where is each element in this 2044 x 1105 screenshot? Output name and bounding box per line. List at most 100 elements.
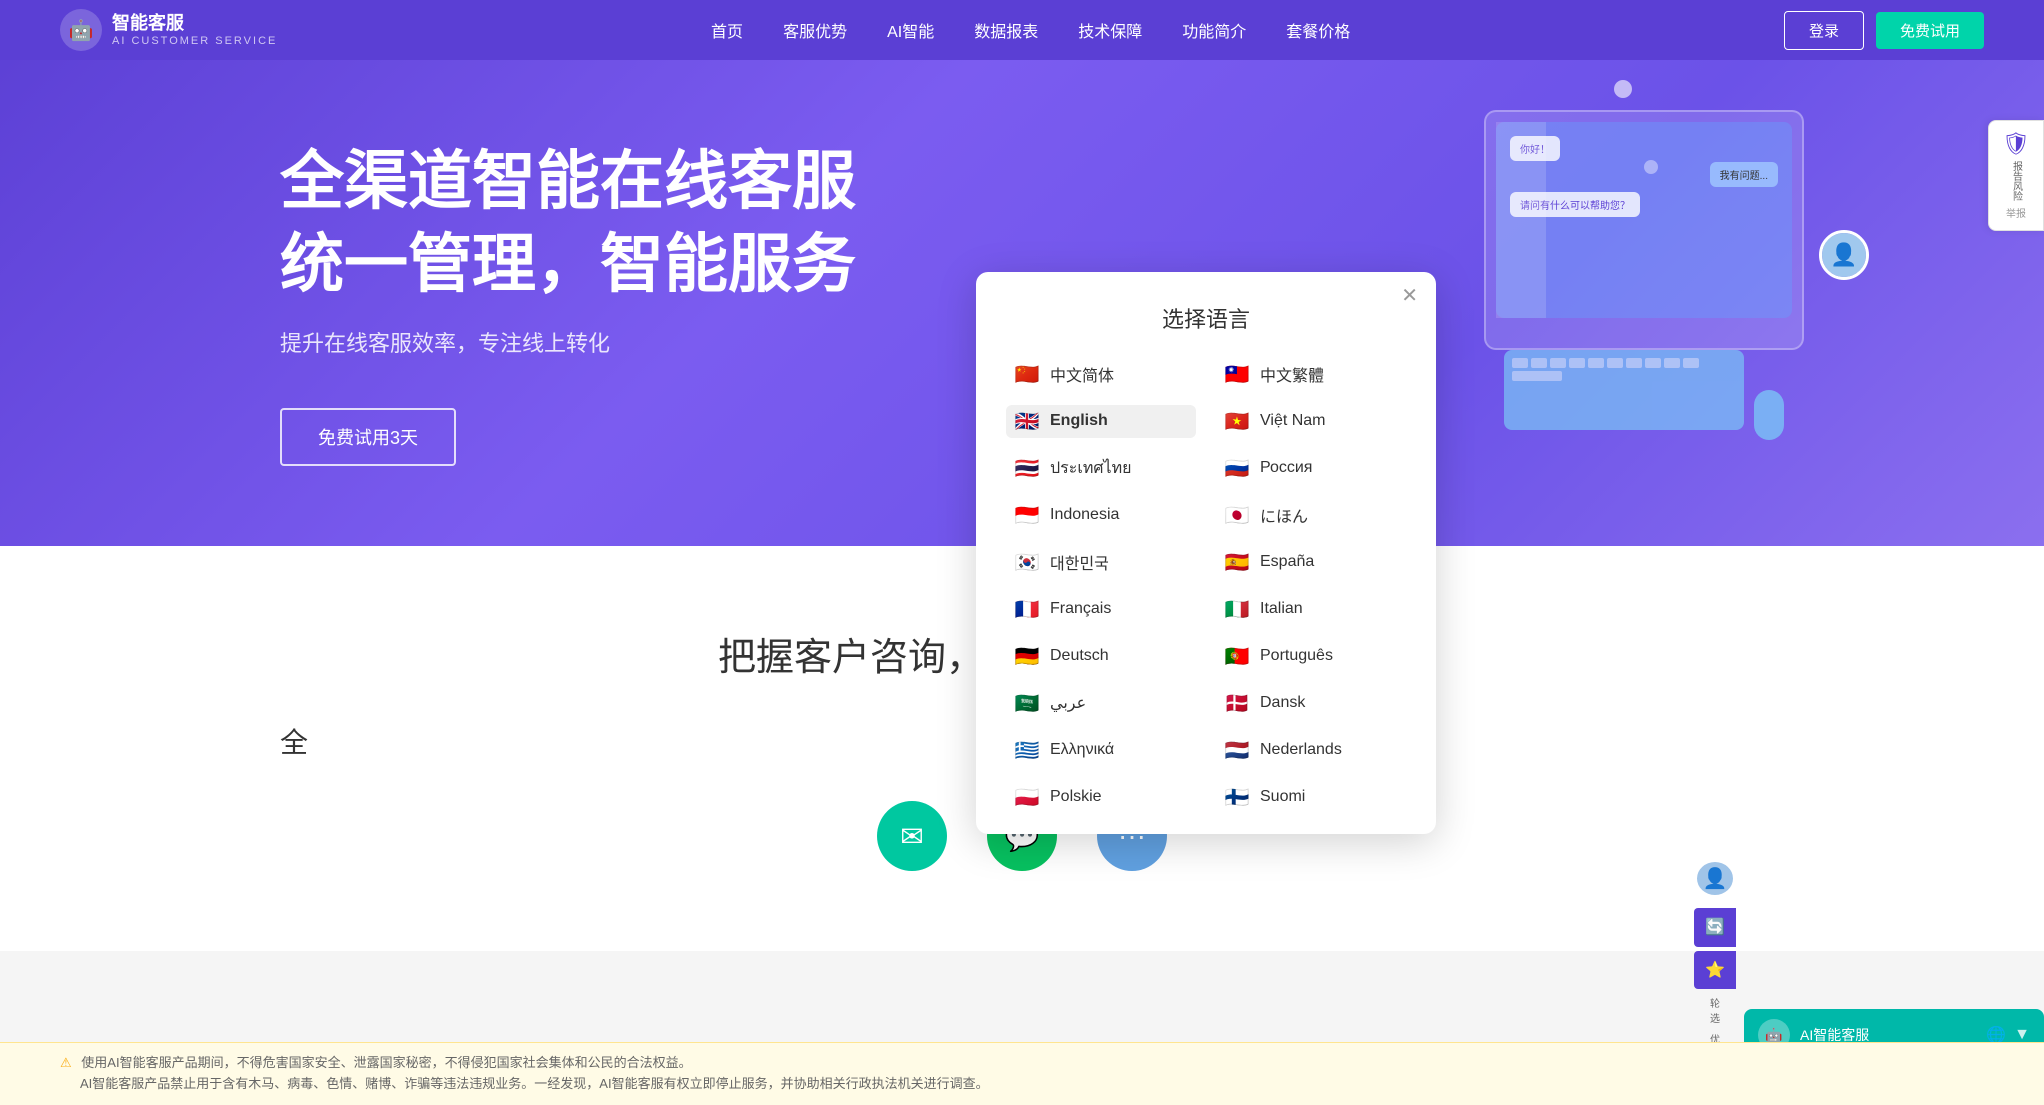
key [1550,358,1566,368]
channel-email: ✉ [877,801,947,871]
key [1607,358,1623,368]
flag-fi: 🇫🇮 [1224,785,1250,810]
report-badge-text: 报告风险 [2009,161,2024,201]
nav-item-advantage[interactable]: 客服优势 [783,18,847,42]
key [1512,358,1528,368]
key [1531,358,1547,368]
flag-zh-cn: 🇨🇳 [1014,362,1040,387]
flag-fr: 🇫🇷 [1014,597,1040,622]
language-grid: 🇨🇳 中文简体 🇹🇼 中文繁體 🇬🇧 English 🇻🇳 Việt Nam 🇹… [1006,358,1406,814]
brand-sub: AI CUSTOMER SERVICE [112,35,277,47]
flag-vn: 🇻🇳 [1224,409,1250,434]
mouse-shape [1754,390,1784,440]
chat-user-avatar[interactable]: 👤 [1694,859,1736,898]
report-badge[interactable]: 🛡 报告风险 举报 [1988,120,2044,231]
lang-gr[interactable]: 🇬🇷 Ελληνικά [1006,734,1196,767]
flag-kr: 🇰🇷 [1014,550,1040,575]
user-avatar-icon: 👤 [1703,866,1728,891]
lang-label-de: Deutsch [1050,647,1109,665]
flag-jp: 🇯🇵 [1224,503,1250,528]
lang-de[interactable]: 🇩🇪 Deutsch [1006,640,1196,673]
lang-label-vn: Việt Nam [1260,412,1326,430]
lang-label-kr: 대한민국 [1050,550,1109,574]
notice-line1: 使用AI智能客服产品期间，不得危害国家安全、泄露国家秘密，不得侵犯国家社会集体和… [81,1055,691,1070]
modal-close-button[interactable]: ✕ [1401,286,1418,306]
keyboard-shape [1504,350,1744,430]
lang-fr[interactable]: 🇫🇷 Français [1006,593,1196,626]
lang-th[interactable]: 🇹🇭 ประเทศไทย [1006,452,1196,485]
lang-pl[interactable]: 🇵🇱 Polskie [1006,781,1196,814]
chat-sidebar-btn1[interactable]: 🔄 [1694,908,1736,947]
flag-es: 🇪🇸 [1224,550,1250,575]
flag-nl: 🇳🇱 [1224,738,1250,763]
lang-nl[interactable]: 🇳🇱 Nederlands [1216,734,1406,767]
orb-2 [1644,160,1658,174]
hero-trial-button[interactable]: 免费试用3天 [280,408,456,466]
lang-label-nl: Nederlands [1260,741,1342,759]
free-trial-button[interactable]: 免费试用 [1876,12,1984,49]
lang-label-ar: عربي [1050,693,1086,713]
login-button[interactable]: 登录 [1784,11,1864,50]
chat-left-sidebar: 👤 🔄 ⭐ 轮选 优选 [1694,859,1736,1061]
logo-text-group: 智能客服 AI CUSTOMER SERVICE [112,13,277,47]
nav-item-home[interactable]: 首页 [711,18,743,42]
lang-label-ru: Россия [1260,459,1312,477]
lang-ru[interactable]: 🇷🇺 Россия [1216,452,1406,485]
lang-label-gr: Ελληνικά [1050,741,1114,759]
nav-item-features[interactable]: 功能简介 [1182,18,1246,42]
avatar-icon: 👤 [1822,233,1866,277]
key [1645,358,1661,368]
report-badge-sub: 举报 [2006,205,2026,220]
nav-item-report[interactable]: 数据报表 [974,18,1038,42]
lang-vn[interactable]: 🇻🇳 Việt Nam [1216,405,1406,438]
lang-label-fr: Français [1050,600,1111,618]
lang-es[interactable]: 🇪🇸 España [1216,546,1406,579]
lang-jp[interactable]: 🇯🇵 にほん [1216,499,1406,532]
lang-zh-tw[interactable]: 🇹🇼 中文繁體 [1216,358,1406,391]
modal-title: 选择语言 [1006,302,1406,334]
notice-icon: ⚠ [60,1055,72,1070]
key [1569,358,1585,368]
flag-zh-tw: 🇹🇼 [1224,362,1250,387]
language-modal: ✕ 选择语言 🇨🇳 中文简体 🇹🇼 中文繁體 🇬🇧 English 🇻🇳 Việ… [976,272,1436,834]
lang-id[interactable]: 🇮🇩 Indonesia [1006,499,1196,532]
brand-logo[interactable]: 🤖 智能客服 AI CUSTOMER SERVICE [60,9,277,51]
flag-ru: 🇷🇺 [1224,456,1250,481]
lang-label-jp: にほん [1260,503,1308,527]
nav-item-pricing[interactable]: 套餐价格 [1286,18,1350,42]
lang-en[interactable]: 🇬🇧 English [1006,405,1196,438]
lang-ar[interactable]: 🇸🇦 عربي [1006,687,1196,720]
lang-kr[interactable]: 🇰🇷 대한민국 [1006,546,1196,579]
lang-label-fi: Suomi [1260,788,1305,806]
lang-pt[interactable]: 🇵🇹 Português [1216,640,1406,673]
flag-de: 🇩🇪 [1014,644,1040,669]
lang-fi[interactable]: 🇫🇮 Suomi [1216,781,1406,814]
lang-label-it: Italian [1260,600,1303,618]
lang-label-es: España [1260,553,1314,571]
navbar: 🤖 智能客服 AI CUSTOMER SERVICE 首页 客服优势 AI智能 … [0,0,2044,60]
nav-item-ai[interactable]: AI智能 [887,18,934,42]
lang-dk[interactable]: 🇩🇰 Dansk [1216,687,1406,720]
lang-label-en: English [1050,412,1108,430]
flag-id: 🇮🇩 [1014,503,1040,528]
key [1626,358,1642,368]
collapse-icon[interactable]: ▼ [2014,1026,2030,1044]
notice-bar: ⚠ 使用AI智能客服产品期间，不得危害国家安全、泄露国家秘密，不得侵犯国家社会集… [0,1042,2044,1105]
key [1664,358,1680,368]
chat-sidebar-label: 轮选 [1694,995,1736,1025]
brand-name: 智能客服 [112,13,277,35]
lang-label-zh-tw: 中文繁體 [1260,362,1324,386]
flag-pl: 🇵🇱 [1014,785,1040,810]
chat-sidebar-btn2[interactable]: ⭐ [1694,951,1736,990]
hero-avatar: 👤 [1819,230,1869,280]
flag-dk: 🇩🇰 [1224,691,1250,716]
orb-1 [1614,80,1632,98]
key-space [1512,371,1562,381]
lang-zh-cn[interactable]: 🇨🇳 中文简体 [1006,358,1196,391]
sidebar-strip [1496,122,1546,318]
lang-label-th: ประเทศไทย [1050,456,1131,481]
lang-it[interactable]: 🇮🇹 Italian [1216,593,1406,626]
flag-gr: 🇬🇷 [1014,738,1040,763]
nav-item-tech[interactable]: 技术保障 [1078,18,1142,42]
notice-line2: AI智能客服产品禁止用于含有木马、病毒、色情、赌博、诈骗等违法违规业务。一经发现… [80,1076,989,1091]
